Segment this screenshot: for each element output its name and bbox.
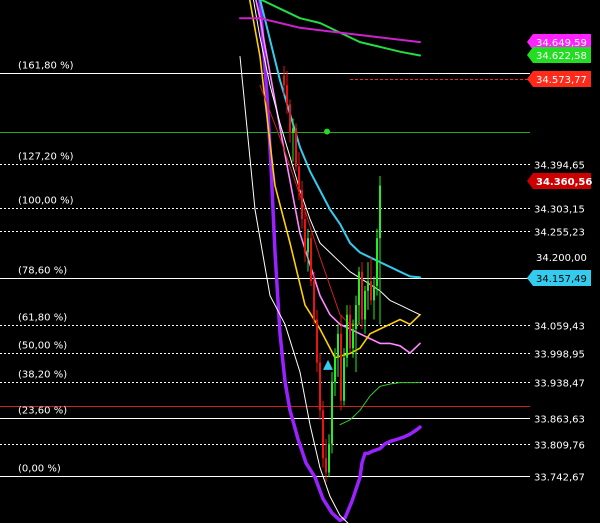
candle-body	[373, 286, 375, 301]
price-badge: 34.360,56	[527, 173, 592, 189]
fib-level-label: (0,00 %)	[18, 464, 61, 475]
candle-body	[361, 271, 363, 320]
fib-level-label: (78,60 %)	[18, 266, 67, 277]
fib-level-label: (161,80 %)	[18, 61, 74, 72]
candle-body	[295, 128, 297, 167]
price-tick-label: 34.059,43	[534, 322, 585, 333]
price-tick-label: 34.303,15	[534, 205, 585, 216]
candle-body	[328, 443, 330, 473]
fib-level-label: (61,80 %)	[18, 313, 67, 324]
price-tick-label: 33.998,95	[534, 350, 585, 361]
candle-body	[334, 357, 336, 382]
price-tick-label: 34.255,23	[534, 228, 585, 239]
candle-body	[349, 314, 351, 349]
price-tick-label: 33.742,67	[534, 473, 585, 484]
price-tick-label: 34.394,65	[534, 161, 585, 172]
candle-body	[316, 319, 318, 363]
candle-body	[343, 357, 345, 401]
candle-body	[376, 238, 378, 287]
price-axis-tick: 34.200,00	[536, 253, 587, 264]
price-badge: 34.622,58	[527, 47, 591, 63]
candle-body	[337, 333, 339, 358]
price-tick-label: 33.938,47	[534, 379, 585, 390]
candle-body	[319, 362, 321, 411]
candle-body	[322, 410, 324, 459]
candle-body	[289, 104, 291, 134]
candle-body	[307, 238, 309, 253]
candle-body	[367, 281, 369, 291]
price-tick-label: 33.809,76	[534, 441, 585, 452]
candle-body	[292, 128, 294, 134]
candle-body	[355, 305, 357, 330]
fib-level-label: (38,20 %)	[18, 370, 67, 381]
candle-body	[313, 281, 315, 320]
price-tick-label: 33.863,63	[534, 415, 585, 426]
price-badge-label: 34.360,56	[536, 177, 592, 188]
candle-body	[379, 185, 381, 239]
fib-level-label: (23,60 %)	[18, 406, 67, 417]
candle-body	[340, 333, 342, 401]
candle-body	[370, 281, 372, 301]
fibonacci-price-chart[interactable]: (161,80 %) (127,20 %) (100,00 %) (78,60 %) (…	[0, 0, 600, 523]
fib-level-label: (127,20 %)	[18, 152, 74, 163]
candle-body	[346, 314, 348, 358]
candle-body	[364, 290, 366, 320]
candle-body	[310, 238, 312, 282]
signal-dot-marker	[324, 128, 330, 135]
candle-body	[298, 166, 300, 191]
price-badge: 34.573,77	[527, 71, 591, 87]
price-badge: 34.157,49	[527, 270, 591, 286]
price-badge-label: 34.573,77	[536, 75, 587, 86]
fib-level-label: (100,00 %)	[18, 196, 74, 207]
price-badge-label: 34.157,49	[536, 274, 587, 285]
candle-body	[301, 190, 303, 220]
candle-body	[358, 271, 360, 306]
candle-body	[331, 381, 333, 444]
candle-body	[286, 85, 288, 105]
fib-level-label: (50,00 %)	[18, 341, 67, 352]
candle-body	[304, 219, 306, 253]
candle-body	[325, 458, 327, 473]
candle-body	[352, 329, 354, 349]
price-badge-label: 34.622,58	[536, 51, 587, 62]
candle-body	[283, 75, 285, 86]
